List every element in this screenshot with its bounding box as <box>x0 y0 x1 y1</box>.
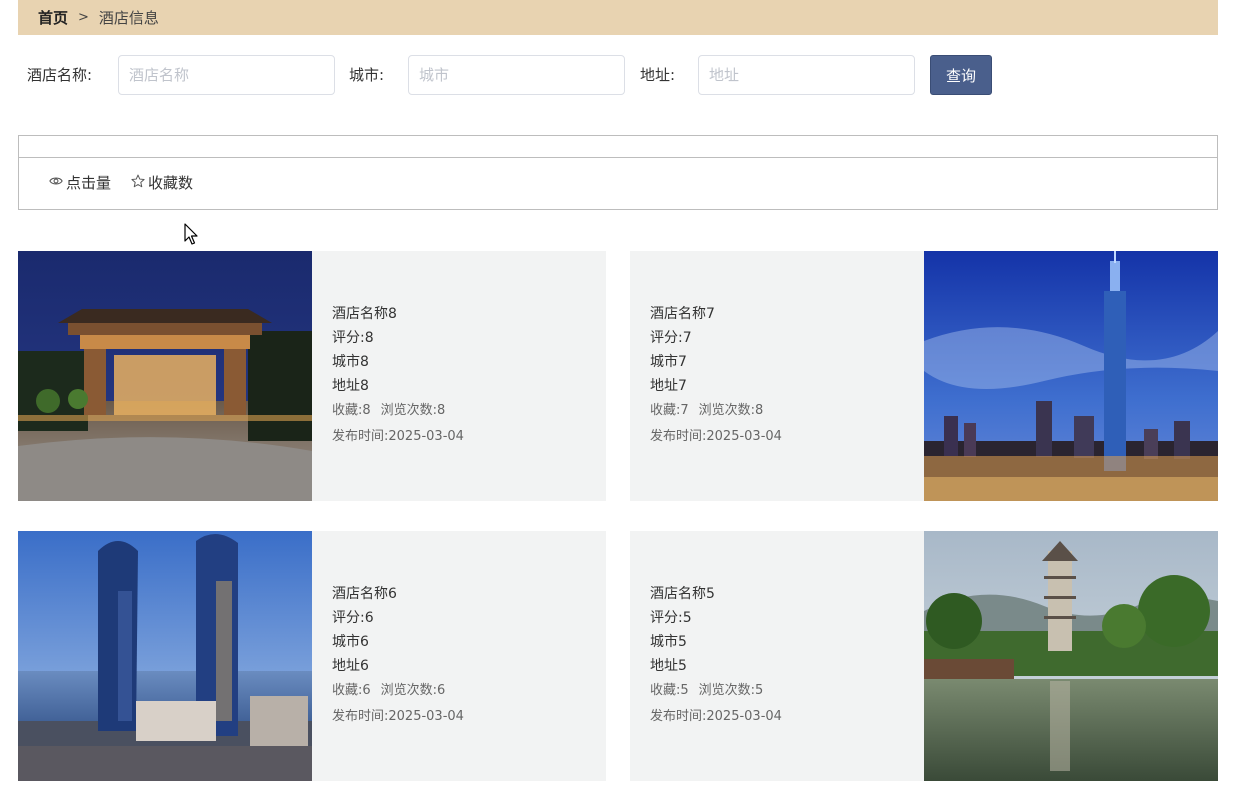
hotel-favorites: 收藏:8 <box>332 403 371 418</box>
sort-panel-header <box>19 136 1217 158</box>
sort-by-clicks[interactable]: 点击量 <box>49 172 111 193</box>
hotel-rating: 评分:7 <box>650 330 692 346</box>
hotel-address: 地址7 <box>650 378 687 394</box>
hotel-rating: 评分:6 <box>332 610 374 626</box>
hotel-name: 酒店名称5 <box>650 586 715 602</box>
address-label: 地址: <box>640 66 676 84</box>
address-input[interactable] <box>698 55 915 95</box>
star-icon <box>131 174 145 192</box>
hotel-published: 发布时间:2025-03-04 <box>332 709 464 724</box>
hotel-photo-city-tower <box>924 251 1218 501</box>
hotel-published: 发布时间:2025-03-04 <box>650 709 782 724</box>
hotel-info: 酒店名称6 评分:6 城市6 地址6 收藏:6 浏览次数:6 发布时间:2025-… <box>312 531 606 781</box>
city-label: 城市: <box>349 66 385 84</box>
hotel-name: 酒店名称8 <box>332 306 397 322</box>
hotel-name-input[interactable] <box>118 55 335 95</box>
hotel-name: 酒店名称6 <box>332 586 397 602</box>
eye-icon <box>49 174 63 192</box>
hotel-city: 城市7 <box>650 354 687 370</box>
hotel-photo-twin-towers <box>18 531 312 781</box>
hotel-name: 酒店名称7 <box>650 306 715 322</box>
breadcrumb: 首页 > 酒店信息 <box>18 0 1218 35</box>
sort-by-favorites[interactable]: 收藏数 <box>131 172 193 193</box>
hotel-city: 城市6 <box>332 634 369 650</box>
search-button[interactable]: 查询 <box>930 55 992 95</box>
hotel-address: 地址6 <box>332 658 369 674</box>
hotel-address: 地址8 <box>332 378 369 394</box>
hotel-card[interactable]: 酒店名称7 评分:7 城市7 地址7 收藏:7 浏览次数:8 发布时间:2025-… <box>630 251 1218 501</box>
hotel-stats: 收藏:5 浏览次数:5 <box>650 678 904 704</box>
hotel-card[interactable]: 酒店名称8 评分:8 城市8 地址8 收藏:8 浏览次数:8 发布时间:2025-… <box>18 251 606 501</box>
hotel-views: 浏览次数:8 <box>380 403 446 418</box>
hotel-photo-pagoda-lake <box>924 531 1218 781</box>
breadcrumb-separator: > <box>78 10 89 25</box>
hotel-views: 浏览次数:8 <box>698 403 764 418</box>
hotel-rating: 评分:8 <box>332 330 374 346</box>
hotel-city: 城市8 <box>332 354 369 370</box>
hotel-rating: 评分:5 <box>650 610 692 626</box>
hotel-info: 酒店名称8 评分:8 城市8 地址8 收藏:8 浏览次数:8 发布时间:2025-… <box>312 251 606 501</box>
hotel-favorites: 收藏:5 <box>650 683 689 698</box>
hotel-city: 城市5 <box>650 634 687 650</box>
search-bar: 酒店名称: 城市: 地址: 查询 <box>0 55 1242 95</box>
hotel-published: 发布时间:2025-03-04 <box>332 429 464 444</box>
city-input[interactable] <box>408 55 625 95</box>
hotel-photo-night-gate <box>18 251 312 501</box>
hotel-card[interactable]: 酒店名称6 评分:6 城市6 地址6 收藏:6 浏览次数:6 发布时间:2025-… <box>18 531 606 781</box>
breadcrumb-current: 酒店信息 <box>98 9 159 27</box>
hotel-stats: 收藏:8 浏览次数:8 <box>332 398 586 424</box>
sort-by-clicks-label: 点击量 <box>66 174 112 192</box>
sort-panel: 点击量 收藏数 <box>18 135 1218 210</box>
hotel-info: 酒店名称7 评分:7 城市7 地址7 收藏:7 浏览次数:8 发布时间:2025-… <box>630 251 924 501</box>
sort-by-favorites-label: 收藏数 <box>148 174 194 192</box>
hotel-favorites: 收藏:6 <box>332 683 371 698</box>
hotel-address: 地址5 <box>650 658 687 674</box>
mouse-cursor-icon <box>184 223 198 245</box>
hotel-published: 发布时间:2025-03-04 <box>650 429 782 444</box>
hotel-name-label: 酒店名称: <box>27 66 93 84</box>
hotel-stats: 收藏:6 浏览次数:6 <box>332 678 586 704</box>
hotel-card[interactable]: 酒店名称5 评分:5 城市5 地址5 收藏:5 浏览次数:5 发布时间:2025-… <box>630 531 1218 781</box>
hotel-stats: 收藏:7 浏览次数:8 <box>650 398 904 424</box>
hotel-views: 浏览次数:6 <box>380 683 446 698</box>
hotel-views: 浏览次数:5 <box>698 683 764 698</box>
breadcrumb-home-link[interactable]: 首页 <box>38 7 68 28</box>
hotel-favorites: 收藏:7 <box>650 403 689 418</box>
hotel-info: 酒店名称5 评分:5 城市5 地址5 收藏:5 浏览次数:5 发布时间:2025-… <box>630 531 924 781</box>
